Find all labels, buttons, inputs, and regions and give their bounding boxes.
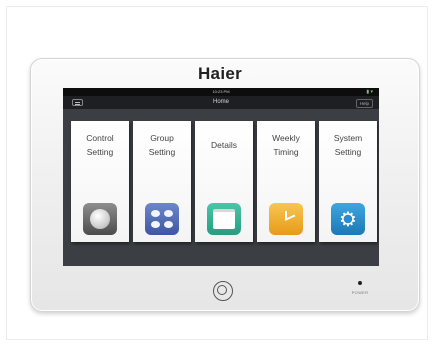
tile-control-setting[interactable]: Control Setting bbox=[71, 121, 129, 242]
clock-icon bbox=[269, 203, 303, 235]
status-bar: 10:23 PM ▮ ▾ bbox=[63, 88, 379, 96]
home-button[interactable] bbox=[213, 281, 233, 301]
tile-details[interactable]: Details bbox=[195, 121, 253, 242]
tile-label: Weekly Timing bbox=[272, 133, 300, 157]
help-button[interactable]: Help bbox=[355, 99, 373, 108]
home-tiles: Control Setting Group Setting Details We… bbox=[63, 109, 379, 266]
brand-logo: Haier bbox=[197, 64, 243, 83]
power-indicator bbox=[358, 281, 362, 285]
tile-system-setting[interactable]: System Setting ⚙ bbox=[319, 121, 377, 242]
status-icons: ▮ ▾ bbox=[366, 89, 373, 95]
page-title: Home bbox=[212, 99, 229, 105]
details-icon bbox=[207, 203, 241, 235]
group-icon bbox=[145, 203, 179, 235]
knob-icon bbox=[83, 203, 117, 235]
power-label: POWER bbox=[351, 290, 369, 295]
tile-label: Details bbox=[211, 140, 237, 150]
touch-screen: 10:23 PM ▮ ▾ Home Help Control Setting G… bbox=[63, 88, 379, 266]
status-time: 10:23 PM bbox=[212, 89, 230, 94]
tile-label: System Setting bbox=[333, 133, 363, 157]
gear-icon: ⚙ bbox=[331, 203, 365, 235]
tile-label: Group Setting bbox=[148, 133, 176, 157]
tile-group-setting[interactable]: Group Setting bbox=[133, 121, 191, 242]
tile-weekly-timing[interactable]: Weekly Timing bbox=[257, 121, 315, 242]
tile-label: Control Setting bbox=[86, 133, 114, 157]
nav-bar: Home Help bbox=[63, 96, 379, 109]
